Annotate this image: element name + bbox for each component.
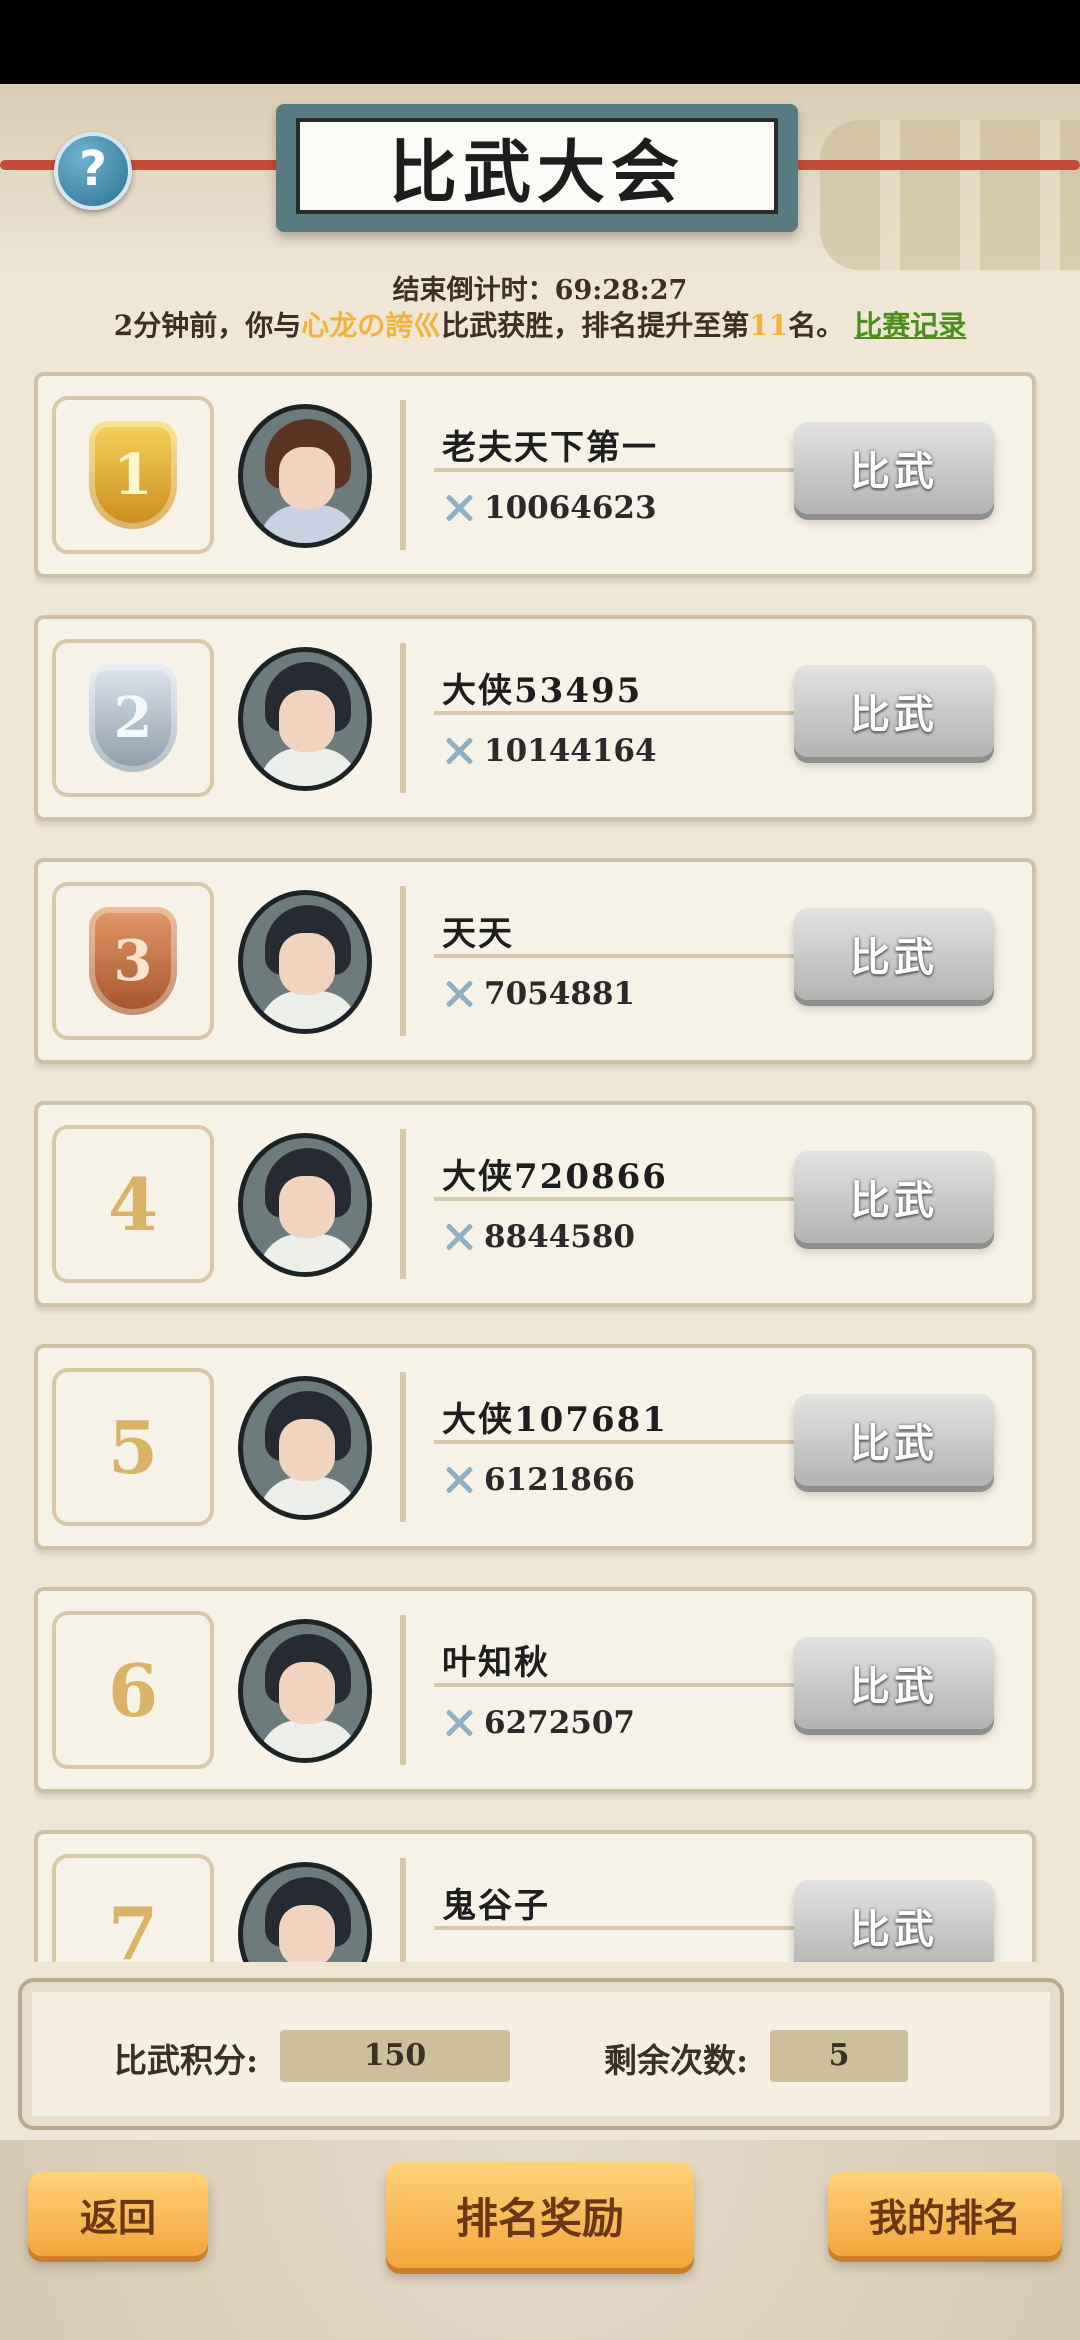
rank-number: 4	[107, 1161, 159, 1247]
fight-button[interactable]: 比武	[794, 422, 994, 514]
remaining-label: 剩余次数:	[604, 2041, 749, 2080]
notice-suffix: 名。	[788, 309, 845, 342]
rank-badge: 4	[52, 1125, 214, 1283]
rank-badge: 6	[52, 1611, 214, 1769]
avatar	[238, 890, 372, 1034]
combat-power-value: 10064623	[484, 490, 657, 526]
rank-badge: 2	[52, 639, 214, 797]
rank-badge: 3	[52, 882, 214, 1040]
rank-number: 7	[107, 1890, 159, 1963]
ranking-row: 3 天天 7054881 比武	[34, 858, 1036, 1064]
rank-badge: 5	[52, 1368, 214, 1526]
bronze-medal-icon: 3	[89, 907, 177, 1015]
notice-opponent: 心龙の誇巛	[301, 309, 442, 342]
battle-notice: 2分钟前，你与心龙の誇巛比武获胜，排名提升至第11名。 比赛记录	[0, 304, 1080, 344]
fight-button[interactable]: 比武	[794, 1151, 994, 1243]
ranking-row: 2 大侠53495 10144164 比武	[34, 615, 1036, 821]
combat-power-value: 8844580	[484, 1219, 635, 1255]
crossed-swords-icon	[442, 1220, 476, 1254]
player-name: 老夫天下第一	[442, 428, 658, 468]
combat-power-value: 7054881	[484, 976, 635, 1012]
fight-button[interactable]: 比武	[794, 1394, 994, 1486]
score-value: 150	[280, 2030, 510, 2082]
notice-prefix: 2分钟前，你与	[113, 309, 302, 342]
combat-power-value: 10144164	[484, 733, 657, 769]
ranking-row: 1 老夫天下第一 10064623 比武	[34, 372, 1036, 578]
gold-medal-icon: 1	[89, 421, 177, 529]
stats-bar: 比武积分: 150 剩余次数: 5	[18, 1978, 1064, 2130]
notice-middle: 比武获胜，排名提升至第	[441, 309, 750, 342]
ranking-row: 5 大侠107681 6121866 比武	[34, 1344, 1036, 1550]
countdown: 结束倒计时：69:28:27	[0, 268, 1080, 307]
countdown-label: 结束倒计时：	[392, 275, 555, 306]
page-title: 比武大会	[388, 132, 685, 213]
ranking-row: 6 叶知秋 6272507 比武	[34, 1587, 1036, 1793]
player-name: 大侠720866	[442, 1157, 668, 1197]
remaining-value: 5	[770, 2030, 908, 2082]
notice-rank: 11	[749, 309, 789, 342]
rank-number: 6	[107, 1647, 159, 1733]
back-button[interactable]: 返回	[28, 2172, 208, 2256]
rank-badge: 7	[52, 1854, 214, 1962]
rank-number: 5	[107, 1404, 159, 1490]
silver-medal-icon: 2	[89, 664, 177, 772]
combat-power: 10144164	[442, 733, 657, 769]
avatar	[238, 1376, 372, 1520]
ranking-row: 7 鬼谷子 比武	[34, 1830, 1036, 1962]
fight-button[interactable]: 比武	[794, 665, 994, 757]
player-name: 叶知秋	[442, 1643, 550, 1683]
red-rope-right	[776, 160, 1080, 170]
player-name: 天天	[442, 914, 514, 954]
rank-badge: 1	[52, 396, 214, 554]
crossed-swords-icon	[442, 491, 476, 525]
crossed-swords-icon	[442, 734, 476, 768]
my-ranking-button[interactable]: 我的排名	[828, 2172, 1062, 2256]
avatar	[238, 647, 372, 791]
cloud-decoration	[820, 120, 1080, 270]
crossed-swords-icon	[442, 1706, 476, 1740]
combat-power-value: 6121866	[484, 1462, 635, 1498]
crossed-swords-icon	[442, 977, 476, 1011]
player-name: 鬼谷子	[442, 1886, 550, 1926]
combat-power-value: 6272507	[484, 1705, 635, 1741]
avatar	[238, 404, 372, 548]
match-record-link[interactable]: 比赛记录	[854, 309, 966, 342]
ranking-list[interactable]: 1 老夫天下第一 10064623 比武 2 大侠53495 10144164 比武 3 天天 70…	[34, 372, 1040, 1962]
fight-button[interactable]: 比武	[794, 1637, 994, 1729]
status-bar	[0, 0, 1080, 84]
fight-button[interactable]: 比武	[794, 908, 994, 1000]
ranking-rewards-button[interactable]: 排名奖励	[386, 2162, 694, 2268]
ranking-row: 4 大侠720866 8844580 比武	[34, 1101, 1036, 1307]
avatar	[238, 1862, 372, 1962]
avatar	[238, 1619, 372, 1763]
combat-power: 8844580	[442, 1219, 635, 1255]
player-name: 大侠53495	[442, 671, 643, 711]
help-icon[interactable]: ?	[54, 132, 132, 210]
red-rope-left	[0, 160, 300, 170]
player-name: 大侠107681	[442, 1400, 668, 1440]
crossed-swords-icon	[442, 1463, 476, 1497]
fight-button[interactable]: 比武	[794, 1880, 994, 1962]
countdown-value: 69:28:27	[554, 275, 688, 306]
avatar	[238, 1133, 372, 1277]
score-label: 比武积分:	[114, 2041, 259, 2080]
combat-power: 6121866	[442, 1462, 635, 1498]
combat-power: 10064623	[442, 490, 657, 526]
title-plate: 比武大会	[276, 104, 798, 232]
combat-power: 7054881	[442, 976, 635, 1012]
combat-power: 6272507	[442, 1705, 635, 1741]
